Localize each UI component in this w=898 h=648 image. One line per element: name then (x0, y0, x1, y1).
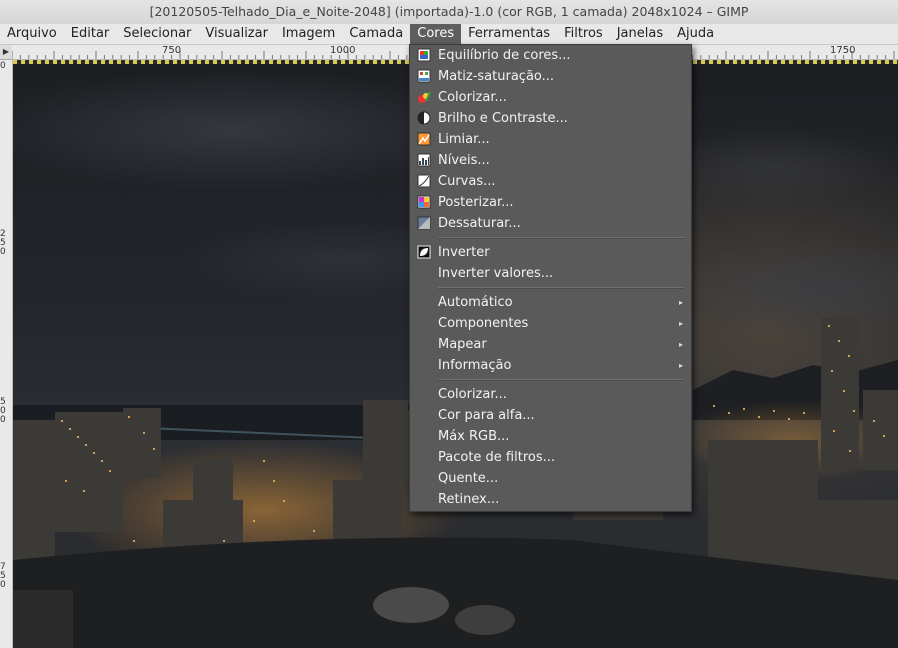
menu-item-label: Curvas... (438, 174, 496, 189)
menu-separator (438, 379, 684, 381)
submenu-arrow-icon: ▸ (678, 361, 683, 370)
menu-item-hot[interactable]: Quente... (410, 468, 691, 489)
ruler-label: 2 5 0 (0, 229, 6, 257)
colorize-icon (418, 91, 431, 103)
menu-item-retinex[interactable]: Retinex... (410, 489, 691, 510)
menu-item-label: Mapear (438, 337, 487, 352)
ruler-label: 750 (162, 45, 182, 56)
ruler-label: 0 (0, 61, 6, 71)
menu-item-filter-pack[interactable]: Pacote de filtros... (410, 447, 691, 468)
menu-item-label: Inverter valores... (438, 266, 554, 281)
menu-cores[interactable]: Cores (410, 24, 462, 44)
menu-item-label: Colorizar... (438, 90, 507, 105)
menu-separator (438, 287, 684, 289)
menu-item-label: Inverter (438, 245, 490, 260)
menu-item-brightness-contrast[interactable]: Brilho e Contraste... (410, 108, 691, 129)
menu-item-label: Dessaturar... (438, 216, 521, 231)
menu-arquivo[interactable]: Arquivo (0, 24, 64, 44)
menu-item-label: Componentes (438, 316, 529, 331)
menu-janelas[interactable]: Janelas (610, 24, 670, 44)
posterize-icon (417, 195, 431, 209)
levels-icon (417, 153, 431, 167)
menu-item-label: Colorizar... (438, 387, 507, 402)
menu-item-label: Informação (438, 358, 512, 373)
submenu-arrow-icon: ▸ (678, 319, 683, 328)
menu-filtros[interactable]: Filtros (557, 24, 610, 44)
colors-menu: Equilíbrio de cores... Matiz-saturação..… (409, 44, 692, 512)
menu-item-label: Posterizar... (438, 195, 514, 210)
menu-item-invert-values[interactable]: Inverter valores... (410, 263, 691, 284)
menu-item-label: Retinex... (438, 492, 500, 507)
menu-item-label: Pacote de filtros... (438, 450, 556, 465)
hue-saturation-icon (417, 69, 431, 83)
menu-item-color-to-alpha[interactable]: Cor para alfa... (410, 405, 691, 426)
brightness-contrast-icon (417, 111, 431, 125)
menu-item-info[interactable]: Informação ▸ (410, 355, 691, 376)
menu-item-label: Máx RGB... (438, 429, 510, 444)
menu-item-label: Níveis... (438, 153, 490, 168)
menu-item-colorize-plugin[interactable]: Colorizar... (410, 384, 691, 405)
menu-item-invert[interactable]: Inverter (410, 242, 691, 263)
ruler-label: 7 5 0 (0, 562, 6, 590)
menu-item-auto[interactable]: Automático ▸ (410, 292, 691, 313)
menu-item-desaturate[interactable]: Dessaturar... (410, 213, 691, 234)
menu-item-label: Cor para alfa... (438, 408, 535, 423)
menu-item-label: Brilho e Contraste... (438, 111, 568, 126)
menu-item-threshold[interactable]: Limiar... (410, 129, 691, 150)
ruler-label: 5 0 0 (0, 397, 6, 425)
menubar: Arquivo Editar Selecionar Visualizar Ima… (0, 24, 898, 45)
menu-ajuda[interactable]: Ajuda (670, 24, 721, 44)
menu-selecionar[interactable]: Selecionar (116, 24, 198, 44)
ruler-label: 1000 (330, 45, 356, 56)
menu-item-components[interactable]: Componentes ▸ (410, 313, 691, 334)
window-title: [20120505-Telhado_Dia_e_Noite-2048] (imp… (0, 0, 898, 24)
curves-icon (417, 174, 431, 188)
menu-item-color-balance[interactable]: Equilíbrio de cores... (410, 45, 691, 66)
desaturate-icon (417, 216, 431, 230)
menu-item-label: Automático (438, 295, 513, 310)
ruler-label: 1750 (830, 45, 856, 56)
menu-separator (438, 237, 684, 239)
color-balance-icon (417, 48, 431, 62)
submenu-arrow-icon: ▸ (678, 340, 683, 349)
menu-item-label: Quente... (438, 471, 499, 486)
menu-camada[interactable]: Camada (342, 24, 410, 44)
menu-item-posterize[interactable]: Posterizar... (410, 192, 691, 213)
menu-editar[interactable]: Editar (64, 24, 117, 44)
menu-item-label: Matiz-saturação... (438, 69, 555, 84)
invert-icon (417, 245, 431, 259)
threshold-icon (417, 132, 431, 146)
menu-item-levels[interactable]: Níveis... (410, 150, 691, 171)
menu-item-hue-saturation[interactable]: Matiz-saturação... (410, 66, 691, 87)
menu-visualizar[interactable]: Visualizar (198, 24, 275, 44)
menu-item-label: Limiar... (438, 132, 490, 147)
menu-item-map[interactable]: Mapear ▸ (410, 334, 691, 355)
vertical-ruler[interactable]: 0 2 5 0 5 0 0 7 5 0 (0, 60, 13, 648)
menu-item-curves[interactable]: Curvas... (410, 171, 691, 192)
menu-item-label: Equilíbrio de cores... (438, 48, 571, 63)
menu-item-max-rgb[interactable]: Máx RGB... (410, 426, 691, 447)
menu-imagem[interactable]: Imagem (275, 24, 342, 44)
submenu-arrow-icon: ▸ (678, 298, 683, 307)
menu-ferramentas[interactable]: Ferramentas (461, 24, 557, 44)
menu-item-colorize[interactable]: Colorizar... (410, 87, 691, 108)
